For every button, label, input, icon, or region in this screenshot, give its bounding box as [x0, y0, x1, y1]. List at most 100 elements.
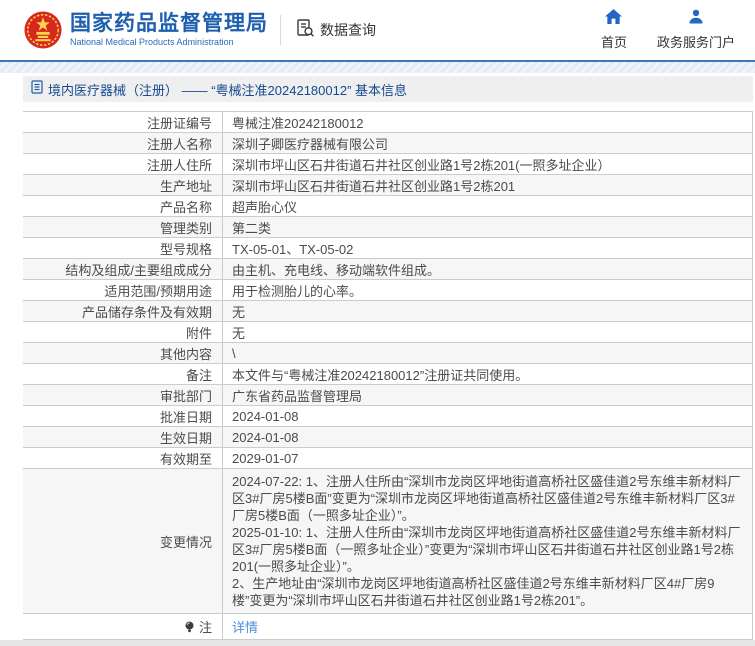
row-label: 其他内容 — [23, 343, 223, 363]
row-value: 2029-01-07 — [232, 450, 299, 466]
row-value: 无 — [232, 325, 246, 341]
row-value: 深圳市坪山区石井街道石井社区创业路1号2栋201 — [232, 178, 516, 194]
row-value: \ — [232, 345, 236, 361]
note-icon — [184, 621, 195, 633]
nav-item-label: 政务服务门户 — [656, 35, 735, 50]
row-value: 由主机、充电线、移动端软件组成。 — [232, 262, 441, 278]
row-value: 用于检测胎儿的心率。 — [232, 283, 363, 299]
change-paragraph: 2025-01-10: 1、注册人住所由“深圳市龙岗区坪地街道高桥社区盛佳道2号… — [232, 525, 741, 574]
table-row: 其他内容 \ — [23, 343, 752, 364]
row-label-text: 注册人名称 — [146, 136, 212, 152]
row-label: 管理类别 — [23, 217, 223, 237]
breadcrumb: 境内医疗器械（注册） —— “粤械注准20242180012” 基本信息 — [23, 76, 753, 102]
data-query-nav[interactable]: 数据查询 — [295, 18, 376, 43]
home-icon — [605, 9, 623, 29]
table-row: 有效期至 2029-01-07 — [23, 448, 752, 469]
row-label-text: 有效期至 — [159, 451, 212, 467]
row-label: 变更情况 — [23, 469, 223, 613]
table-row: 变更情况 2024-07-22: 1、注册人住所由“深圳市龙岗区坪地街道高桥社区盛… — [23, 469, 752, 614]
row-value: 2024-07-22: 1、注册人住所由“深圳市龙岗区坪地街道高桥社区盛佳道2号… — [223, 469, 752, 613]
row-label-text: 其他内容 — [159, 346, 212, 362]
row-value: 无 — [232, 304, 246, 320]
data-query-label: 数据查询 — [320, 22, 376, 38]
row-label-text: 审批部门 — [159, 388, 212, 404]
table-row: 注 详情 — [23, 614, 752, 640]
national-emblem-icon — [24, 11, 62, 49]
table-row: 结构及组成/主要组成成分 由主机、充电线、移动端软件组成。 — [23, 259, 752, 280]
table-row: 注册人住所 深圳市坪山区石井街道石井社区创业路1号2栋201(一照多址企业） — [23, 154, 752, 175]
row-label-text: 变更情况 — [159, 534, 212, 550]
change-paragraph: 2024-07-22: 1、注册人住所由“深圳市龙岗区坪地街道高桥社区盛佳道2号… — [232, 474, 741, 523]
table-row: 适用范围/预期用途 用于检测胎儿的心率。 — [23, 280, 752, 301]
row-label-text: 产品名称 — [159, 199, 212, 215]
table-row: 备注 本文件与“粤械注准20242180012”注册证共同使用。 — [23, 364, 752, 385]
site-header: 国家药品监督管理局 National Medical Products Admi… — [0, 0, 755, 60]
table-row: 注册证编号 粤械注准20242180012 — [23, 112, 752, 133]
row-label: 适用范围/预期用途 — [23, 280, 223, 300]
nav-item-label: 首页 — [600, 35, 627, 50]
row-label: 注册人名称 — [23, 133, 223, 153]
row-value: 深圳市坪山区石井街道石井社区创业路1号2栋201(一照多址企业） — [232, 157, 611, 173]
user-icon — [688, 9, 704, 29]
row-value: 本文件与“粤械注准20242180012”注册证共同使用。 — [232, 367, 529, 383]
row-value: TX-05-01、TX-05-02 — [232, 241, 354, 257]
row-label: 注册证编号 — [23, 112, 223, 132]
row-label: 备注 — [23, 364, 223, 384]
table-row: 管理类别 第二类 — [23, 217, 752, 238]
row-label-text: 生产地址 — [159, 178, 212, 194]
row-label-text: 批准日期 — [159, 409, 212, 425]
row-label: 附件 — [23, 322, 223, 342]
table-row: 批准日期 2024-01-08 — [23, 406, 752, 427]
row-value: 广东省药品监督管理局 — [232, 388, 363, 404]
row-label: 注册人住所 — [23, 154, 223, 174]
table-row: 生效日期 2024-01-08 — [23, 427, 752, 448]
table-row: 产品储存条件及有效期 无 — [23, 301, 752, 322]
table-row: 附件 无 — [23, 322, 752, 343]
table-row: 注册人名称 深圳子卿医疗器械有限公司 — [23, 133, 752, 154]
top-nav: 首页 政务服务门户 — [601, 9, 743, 51]
page-bottom-strip — [0, 640, 755, 646]
table-row: 产品名称 超声胎心仪 — [23, 196, 752, 217]
row-label-text: 产品储存条件及有效期 — [81, 304, 212, 320]
site-logo[interactable]: 国家药品监督管理局 National Medical Products Admi… — [24, 11, 268, 49]
row-value: 超声胎心仪 — [232, 199, 298, 215]
row-label: 产品名称 — [23, 196, 223, 216]
row-value: 粤械注准20242180012 — [232, 115, 364, 131]
document-icon — [31, 79, 43, 99]
row-label: 生产地址 — [23, 175, 223, 195]
row-value: 2024-01-08 — [232, 429, 299, 445]
row-label-text: 结构及组成/主要组成成分 — [65, 262, 212, 278]
site-subtitle: National Medical Products Administration — [70, 37, 234, 47]
row-label: 结构及组成/主要组成成分 — [23, 259, 223, 279]
breadcrumb-text: 境内医疗器械（注册） —— “粤械注准20242180012” 基本信息 — [48, 82, 408, 98]
row-label-text: 生效日期 — [159, 430, 212, 446]
row-label-text: 注 — [198, 620, 212, 635]
doc-search-icon — [295, 18, 315, 43]
row-label-text: 附件 — [185, 325, 212, 341]
row-label-text: 适用范围/预期用途 — [104, 283, 212, 299]
row-value: 第二类 — [232, 220, 272, 236]
row-label: 注 — [23, 614, 223, 639]
row-label: 型号规格 — [23, 238, 223, 258]
row-label-text: 注册证编号 — [146, 115, 212, 131]
row-value: 深圳子卿医疗器械有限公司 — [232, 136, 389, 152]
row-label: 产品储存条件及有效期 — [23, 301, 223, 321]
row-label-text: 注册人住所 — [146, 157, 212, 173]
table-row: 生产地址 深圳市坪山区石井街道石井社区创业路1号2栋201 — [23, 175, 752, 196]
header-divider — [280, 15, 281, 45]
details-link[interactable]: 详情 — [232, 617, 258, 636]
nav-item-gov-portal[interactable]: 政务服务门户 — [657, 9, 735, 51]
change-paragraph: 2、生产地址由“深圳市龙岗区坪地街道高桥社区盛佳道2号东维丰新材料厂区4#厂房9… — [232, 576, 715, 608]
nav-item-home[interactable]: 首页 — [601, 9, 627, 51]
row-label: 有效期至 — [23, 448, 223, 468]
main-content: 境内医疗器械（注册） —— “粤械注准20242180012” 基本信息 注册证… — [23, 76, 753, 640]
site-title: 国家药品监督管理局 — [70, 12, 268, 35]
header-hatch-strip — [0, 62, 755, 73]
row-label: 批准日期 — [23, 406, 223, 426]
info-table: 注册证编号 粤械注准20242180012 注册人名称 深圳子卿医疗器械有限公司 注册人… — [23, 111, 753, 640]
row-value: 2024-01-08 — [232, 408, 299, 424]
row-label: 审批部门 — [23, 385, 223, 405]
row-label-text: 管理类别 — [159, 220, 212, 236]
table-row: 审批部门 广东省药品监督管理局 — [23, 385, 752, 406]
row-label-text: 备注 — [185, 367, 212, 383]
